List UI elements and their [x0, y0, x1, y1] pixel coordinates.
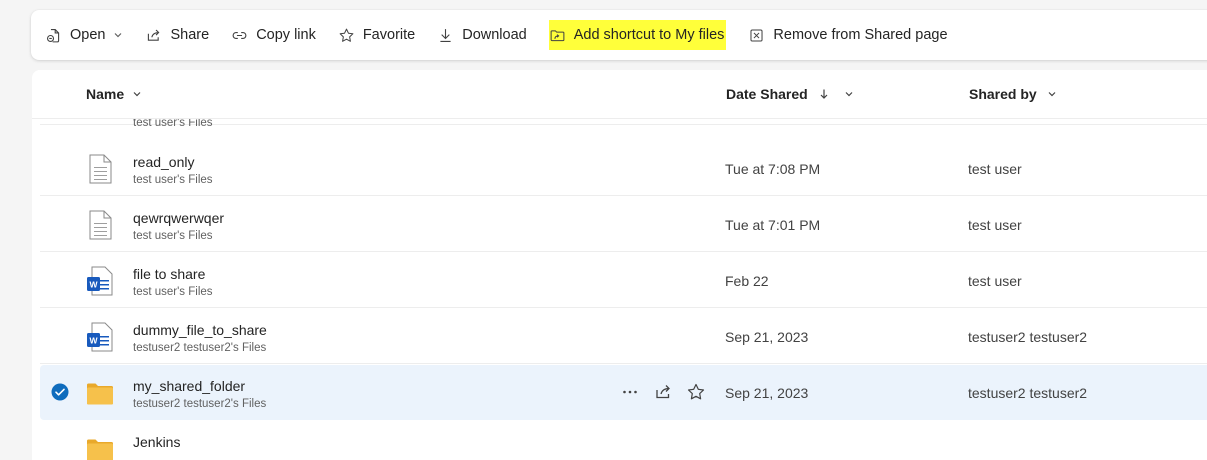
more-horizontal-icon	[623, 390, 637, 394]
checkmark-circle-icon[interactable]	[51, 383, 69, 401]
remove-from-shared-button[interactable]: Remove from Shared page	[748, 20, 948, 50]
shared-by: test user	[968, 161, 1022, 177]
date-shared: Feb 22	[725, 273, 769, 289]
column-header-date-shared[interactable]: Date Shared	[726, 70, 854, 118]
download-label: Download	[462, 27, 527, 43]
chevron-down-icon	[133, 92, 141, 97]
file-list: W test user's Files read_only test user'…	[32, 70, 1207, 460]
date-shared: Tue at 7:08 PM	[725, 161, 821, 177]
date-shared: Sep 21, 2023	[725, 329, 809, 345]
file-location: test user's Files	[133, 230, 213, 242]
column-header-name[interactable]: Name	[86, 70, 142, 118]
sort-arrow-down-icon	[820, 89, 828, 99]
add-shortcut-button[interactable]: Add shortcut to My files	[548, 20, 727, 50]
folder-icon	[87, 439, 113, 460]
row-favorite-button[interactable]	[686, 382, 706, 402]
chevron-down-icon	[115, 33, 122, 38]
copy-link-button[interactable]: Copy link	[231, 20, 316, 50]
file-name[interactable]: file to share	[133, 266, 205, 282]
share-icon	[148, 29, 160, 41]
file-location: testuser2 testuser2's Files	[133, 398, 267, 410]
file-location: testuser2 testuser2's Files	[133, 342, 267, 354]
column-sharedby-label: Shared by	[969, 86, 1037, 102]
date-shared: Tue at 7:01 PM	[725, 217, 821, 233]
column-name-label: Name	[86, 86, 125, 102]
table-row[interactable]: W file to share test user's Files Feb 22…	[40, 253, 1207, 308]
folder-shortcut-icon	[550, 29, 565, 41]
close-box-icon	[750, 28, 763, 42]
file-name[interactable]: qewrqwerwqer	[133, 210, 224, 226]
link-icon	[232, 31, 247, 39]
share-label: Share	[170, 27, 210, 43]
favorite-button[interactable]: Favorite	[338, 20, 415, 50]
table-row[interactable]: qewrqwerwqer test user's Files Tue at 7:…	[40, 197, 1207, 252]
date-shared: Sep 21, 2023	[725, 385, 809, 401]
add-shortcut-label: Add shortcut to My files	[573, 27, 725, 43]
column-header-shared-by[interactable]: Shared by	[969, 70, 1057, 118]
open-label: Open	[70, 27, 106, 43]
share-button[interactable]: Share	[145, 20, 209, 50]
open-button[interactable]: Open	[45, 20, 123, 50]
download-button[interactable]: Download	[437, 20, 527, 50]
row-actions	[620, 382, 719, 402]
share-icon	[656, 385, 670, 399]
word-doc-icon: W	[87, 266, 113, 296]
shared-by: test user	[968, 217, 1022, 233]
folder-icon	[87, 383, 113, 405]
more-options-button[interactable]	[620, 382, 640, 402]
file-name[interactable]: Jenkins	[133, 434, 180, 450]
table-row[interactable]: W dummy_file_to_share testuser2 testuser…	[40, 309, 1207, 364]
table-row[interactable]: read_only test user's Files Tue at 7:08 …	[40, 141, 1207, 196]
svg-text:W: W	[89, 280, 98, 290]
open-icon	[46, 28, 60, 42]
shared-by: testuser2 testuser2	[968, 329, 1088, 345]
remove-label: Remove from Shared page	[773, 27, 948, 43]
column-header-row: Name Date Shared Shared by	[32, 70, 1207, 119]
download-icon	[440, 28, 451, 42]
text-file-icon	[89, 154, 112, 184]
copy-link-label: Copy link	[256, 27, 316, 43]
star-icon	[687, 383, 705, 400]
star-icon	[339, 28, 354, 42]
file-name[interactable]: dummy_file_to_share	[133, 322, 267, 338]
row-share-button[interactable]	[653, 382, 673, 402]
favorite-label: Favorite	[362, 27, 416, 43]
command-bar: Open Share Copy link Favorite Download A…	[31, 10, 1207, 60]
column-date-label: Date Shared	[726, 86, 808, 102]
word-doc-icon: W	[87, 322, 113, 352]
text-file-icon	[89, 210, 112, 240]
file-location: test user's Files	[133, 286, 213, 298]
chevron-down-icon	[845, 92, 853, 97]
file-name[interactable]: my_shared_folder	[133, 378, 245, 394]
shared-by: testuser2 testuser2	[968, 385, 1088, 401]
shared-by: test user	[968, 273, 1022, 289]
file-name[interactable]: read_only	[133, 154, 195, 170]
svg-text:W: W	[89, 336, 98, 346]
table-row-selected[interactable]: my_shared_folder testuser2 testuser2's F…	[40, 365, 1207, 420]
chevron-down-icon	[1048, 92, 1056, 97]
file-location: test user's Files	[133, 174, 213, 186]
table-row[interactable]: Jenkins	[40, 421, 1207, 460]
